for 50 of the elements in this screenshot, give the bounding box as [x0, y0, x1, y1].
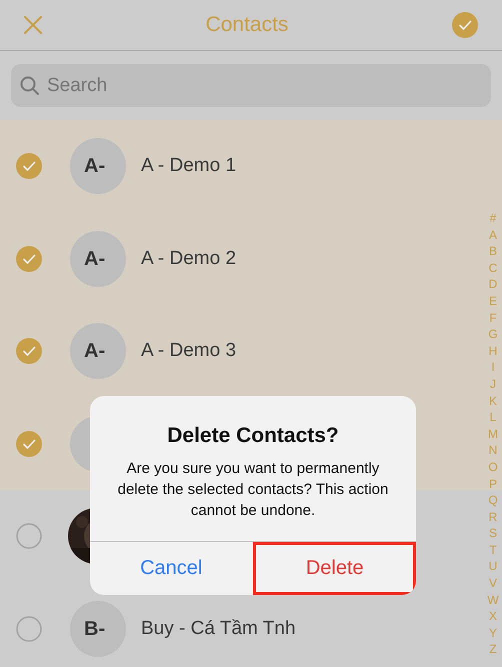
- index-letter[interactable]: W: [487, 592, 499, 608]
- contact-name: A - Demo 1: [141, 154, 236, 178]
- index-letter[interactable]: Z: [489, 641, 497, 658]
- checked-icon[interactable]: [16, 430, 42, 457]
- index-letter[interactable]: X: [488, 608, 497, 625]
- checked-icon[interactable]: [16, 338, 42, 364]
- index-letter[interactable]: O: [488, 458, 498, 476]
- unchecked-circle-icon[interactable]: [16, 616, 42, 642]
- avatar: A-: [70, 138, 126, 194]
- index-letter[interactable]: Y: [488, 624, 497, 642]
- index-letter[interactable]: I: [491, 359, 495, 376]
- screen-title: Contacts: [206, 12, 288, 38]
- index-letter[interactable]: P: [488, 476, 497, 492]
- cancel-button[interactable]: Cancel: [90, 542, 252, 594]
- index-letter[interactable]: N: [488, 442, 498, 459]
- index-letter[interactable]: A: [488, 226, 497, 244]
- alert-message: Are you sure you want to permanently delete the selected contacts? This action cannot be undone.: [116, 458, 390, 520]
- index-letter[interactable]: H: [488, 342, 498, 360]
- index-letter[interactable]: M: [488, 426, 498, 442]
- unchecked-circle-icon[interactable]: [16, 523, 42, 550]
- search-field[interactable]: Search: [11, 64, 491, 107]
- checked-icon[interactable]: [16, 246, 42, 272]
- index-letter[interactable]: V: [488, 575, 497, 592]
- contact-name: A - Demo 2: [141, 246, 236, 270]
- search-icon: [20, 76, 40, 96]
- alert-title: Delete Contacts?: [166, 423, 340, 449]
- delete-button[interactable]: Delete: [252, 542, 416, 594]
- index-letter[interactable]: T: [489, 542, 497, 558]
- index-letter[interactable]: C: [488, 260, 498, 276]
- index-letter[interactable]: D: [488, 276, 498, 293]
- index-letter[interactable]: G: [488, 326, 498, 343]
- index-letter[interactable]: S: [488, 525, 497, 542]
- index-letter[interactable]: #: [490, 210, 496, 227]
- index-letter[interactable]: F: [489, 310, 497, 326]
- avatar: A-: [70, 323, 126, 380]
- checked-icon[interactable]: [16, 153, 42, 180]
- index-letter[interactable]: R: [488, 508, 498, 526]
- index-letter[interactable]: E: [488, 292, 497, 310]
- avatar: B-: [70, 600, 126, 657]
- index-letter[interactable]: U: [488, 558, 498, 576]
- index-letter[interactable]: B: [488, 243, 497, 260]
- index-letter[interactable]: K: [488, 392, 497, 410]
- index-letter[interactable]: L: [490, 409, 496, 426]
- index-letter[interactable]: J: [490, 376, 496, 393]
- close-icon[interactable]: [24, 16, 42, 34]
- select-all-check-icon[interactable]: [452, 12, 478, 38]
- contact-name: Buy - Cá Tầm Tnh: [141, 616, 296, 640]
- contact-name: A - Demo 3: [141, 339, 236, 363]
- avatar: A-: [70, 230, 126, 287]
- index-letter[interactable]: Q: [488, 492, 498, 509]
